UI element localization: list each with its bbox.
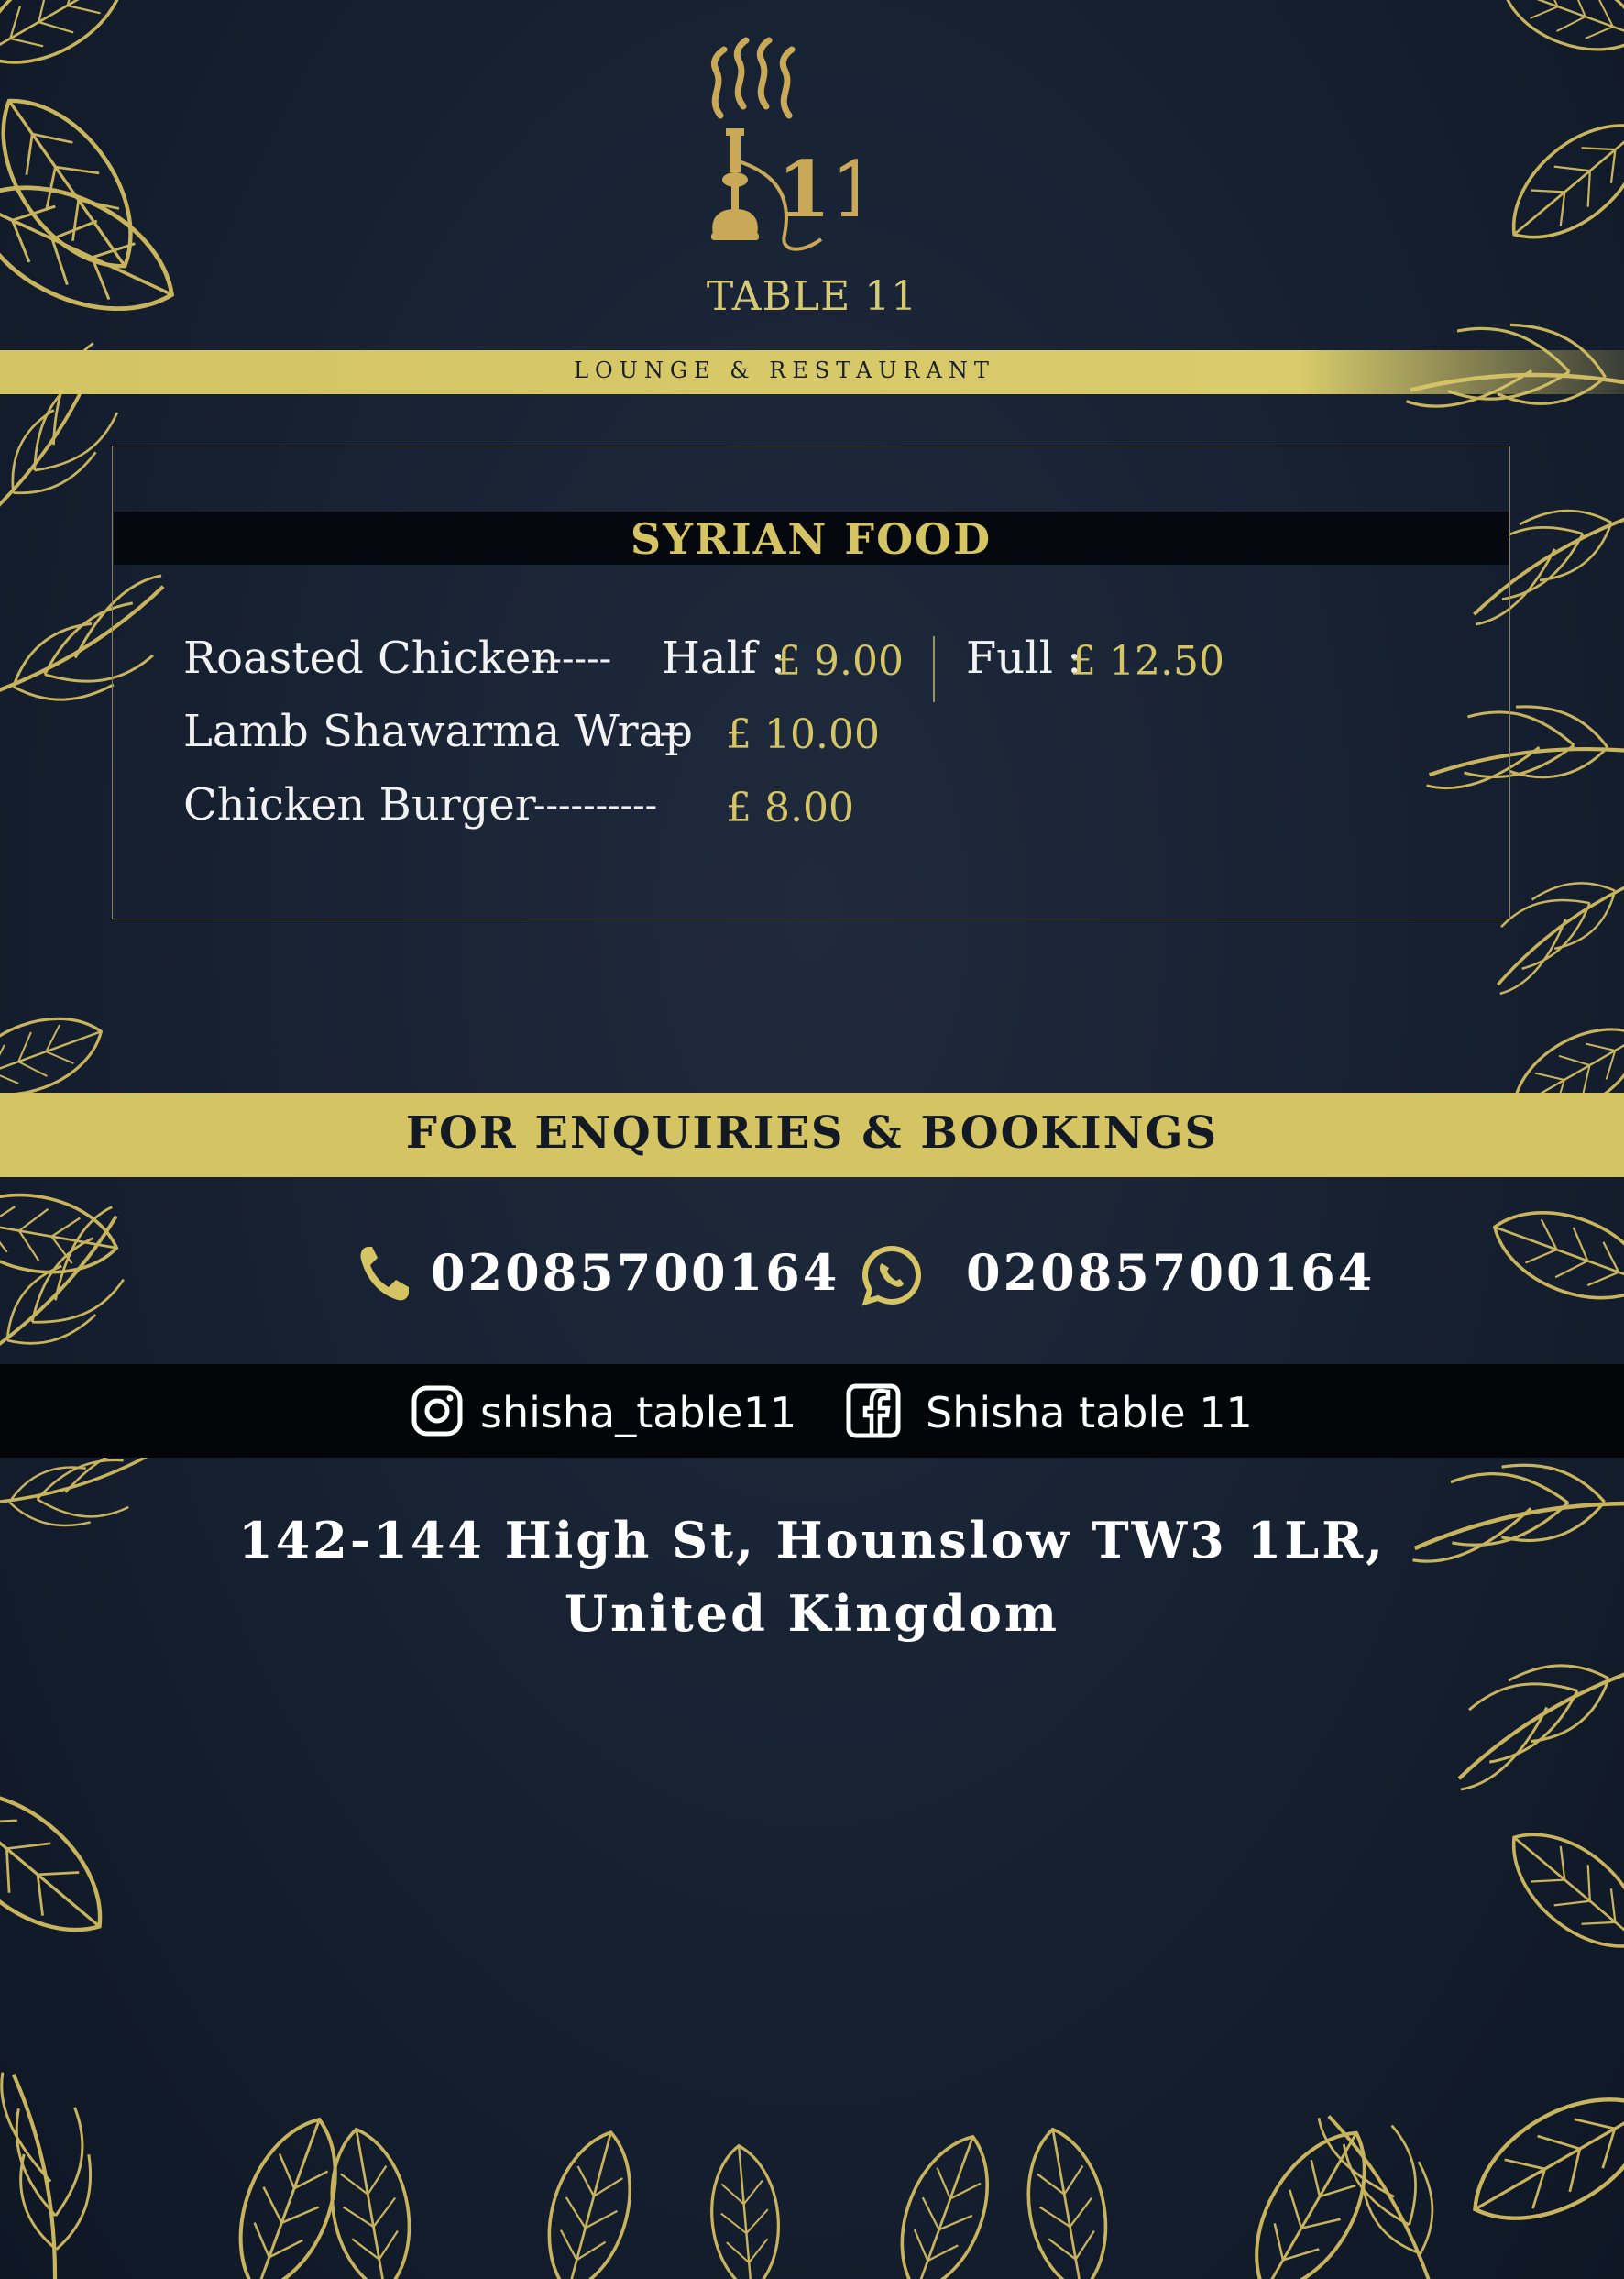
menu-item-dashes: --- (647, 711, 685, 754)
address-line-1: 142-144 High St, Hounslow TW3 1LR, (238, 1511, 1386, 1569)
phone-icon (360, 1247, 409, 1301)
half-price: £ 9.00 (775, 638, 904, 685)
menu-item-dashes: ------ (537, 638, 612, 680)
full-price: £ 12.50 (1070, 638, 1224, 685)
menu-item-price: £ 10.00 (726, 711, 880, 758)
instagram-icon (411, 1385, 463, 1437)
brand-tagline: LOUNGE & RESTAURANT (574, 358, 995, 383)
whatsapp-icon (861, 1245, 922, 1306)
menu-item-name: Lamb Shawarma Wrap (183, 706, 693, 757)
address-line-2: United Kingdom (564, 1584, 1060, 1643)
brand-name: TABLE 11 (706, 273, 918, 320)
social-band (0, 1364, 1624, 1458)
menu-item-dashes: ---------- (533, 785, 658, 827)
half-label: Half : (662, 633, 786, 684)
hookah-logo-icon: 11 (710, 37, 858, 251)
whatsapp-number[interactable]: 02085700164 (966, 1243, 1375, 1302)
full-label: Full : (966, 633, 1082, 684)
instagram-handle[interactable]: shisha_table11 (480, 1388, 796, 1437)
facebook-icon (846, 1383, 901, 1438)
phone-number[interactable]: 02085700164 (431, 1243, 839, 1302)
menu-item-name: Roasted Chicken (183, 633, 560, 684)
menu-item-price: £ 8.00 (726, 785, 854, 831)
logo-number: 11 (777, 144, 858, 235)
menu-item-name: Chicken Burger (183, 779, 536, 831)
enquiries-title: FOR ENQUIRIES & BOOKINGS (405, 1107, 1219, 1159)
price-divider (933, 636, 935, 702)
facebook-handle[interactable]: Shisha table 11 (926, 1388, 1253, 1437)
section-title: SYRIAN FOOD (630, 514, 993, 564)
